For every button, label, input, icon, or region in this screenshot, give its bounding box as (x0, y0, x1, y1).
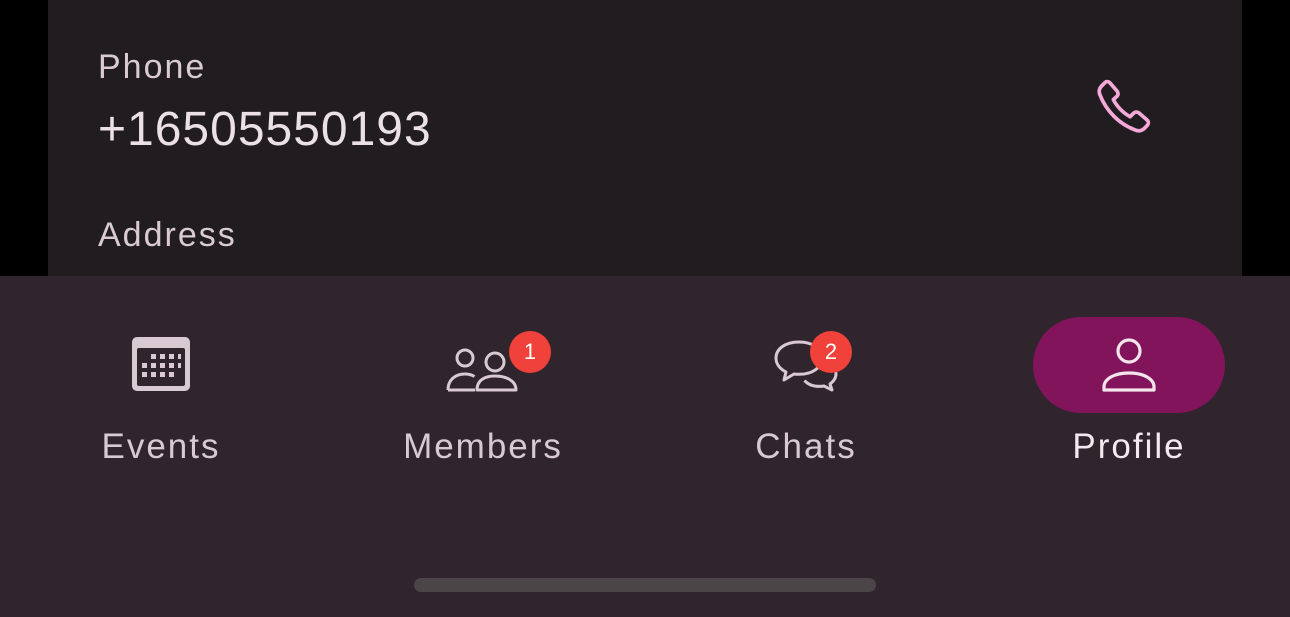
nav-item-profile[interactable]: Profile (968, 276, 1290, 496)
members-badge: 1 (509, 331, 551, 373)
nav-label-members: Members (403, 427, 563, 466)
address-label: Address (98, 216, 237, 254)
nav-icon-container-profile (1033, 317, 1225, 413)
nav-icon-container-members: 1 (387, 317, 579, 413)
phone-label: Phone (98, 48, 207, 86)
call-button[interactable] (1080, 62, 1168, 150)
nav-icon-container-chats: 2 (710, 317, 902, 413)
contact-details-card: Phone +16505550193 Address (48, 0, 1242, 276)
screen: Phone +16505550193 Address Events 1 Memb… (0, 0, 1290, 617)
nav-item-chats[interactable]: 2 Chats (645, 276, 967, 496)
nav-label-events: Events (101, 427, 221, 466)
phone-icon (1097, 79, 1151, 133)
nav-label-profile: Profile (1072, 427, 1186, 466)
phone-value[interactable]: +16505550193 (98, 106, 432, 154)
nav-icon-container-events (65, 317, 257, 413)
calendar-icon (132, 337, 190, 391)
nav-item-events[interactable]: Events (0, 276, 322, 496)
chats-badge: 2 (810, 331, 852, 373)
person-icon (1102, 338, 1156, 392)
nav-item-members[interactable]: 1 Members (322, 276, 644, 496)
home-indicator[interactable] (414, 578, 876, 592)
bottom-navigation-bar: Events 1 Members 2 Chats Profile (0, 276, 1290, 617)
nav-label-chats: Chats (755, 427, 857, 466)
